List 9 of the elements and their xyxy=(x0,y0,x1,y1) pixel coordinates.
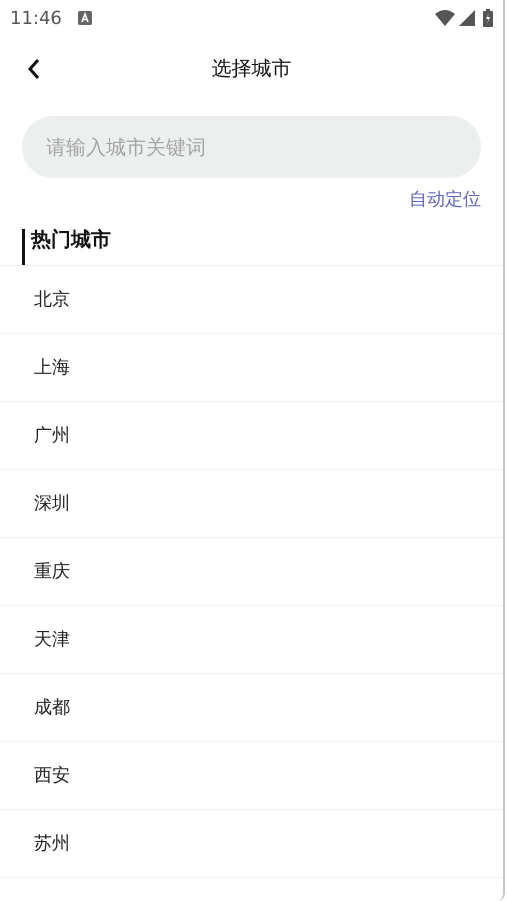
status-time: 11:46 xyxy=(10,6,62,30)
page-title: 选择城市 xyxy=(212,55,292,82)
signal-icon xyxy=(459,10,475,26)
wifi-icon xyxy=(435,10,455,26)
search-field[interactable]: 请输入城市关键词 xyxy=(22,116,481,178)
notification-icon xyxy=(78,11,92,25)
battery-icon xyxy=(483,9,493,27)
back-icon xyxy=(26,58,42,80)
auto-locate-link[interactable]: 自动定位 xyxy=(409,186,481,213)
